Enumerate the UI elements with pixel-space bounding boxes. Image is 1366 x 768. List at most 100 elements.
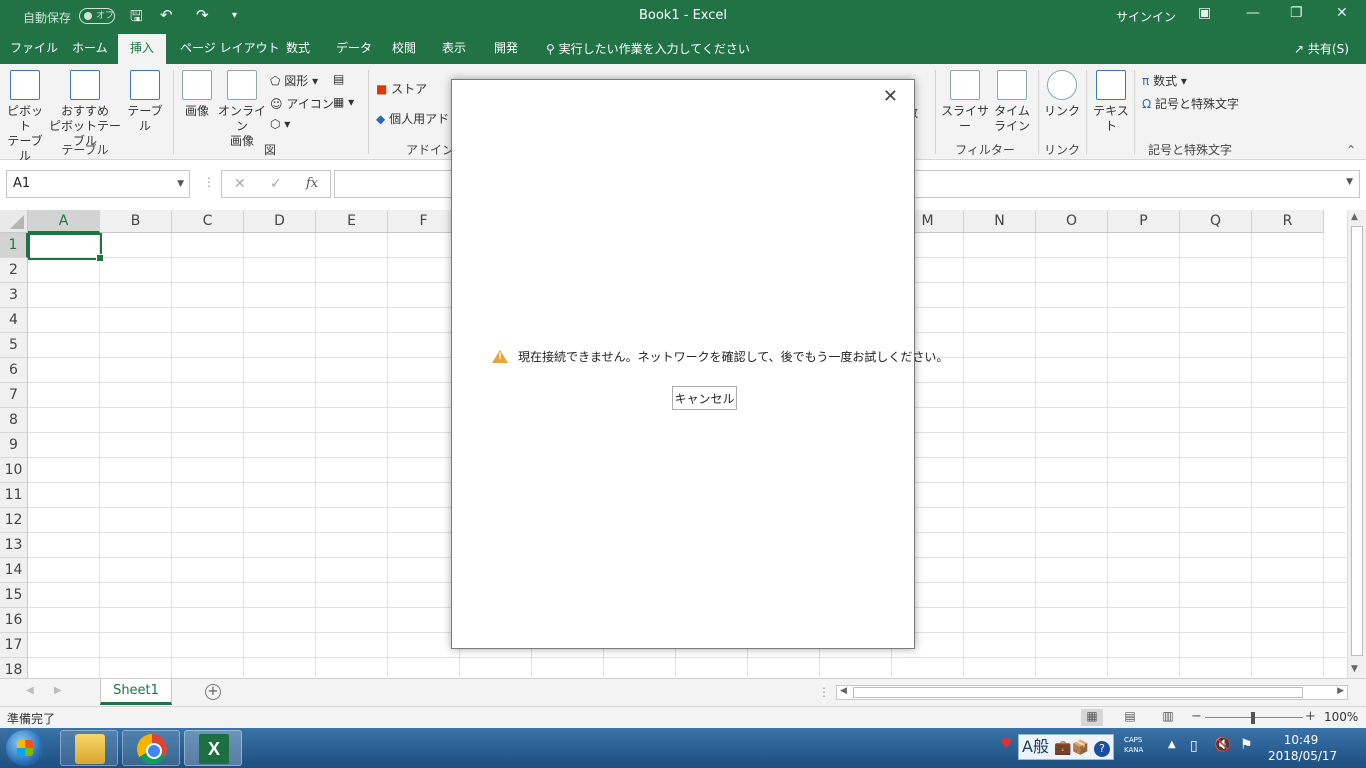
column-header[interactable]: C [172, 210, 244, 233]
ribbon-display-icon[interactable]: ▣ [1198, 5, 1211, 21]
minimize-icon[interactable]: — [1246, 5, 1260, 21]
equation-button[interactable]: π 数式 ▾ [1142, 72, 1187, 89]
taskbar-chrome[interactable] [122, 730, 180, 766]
row-header[interactable]: 5 [0, 333, 28, 358]
row-header[interactable]: 9 [0, 433, 28, 458]
horizontal-scrollbar[interactable]: ◀ ▶ [836, 685, 1348, 700]
column-header[interactable]: O [1036, 210, 1108, 233]
confirm-entry-icon[interactable]: ✓ [270, 176, 282, 192]
close-window-icon[interactable]: ✕ [1336, 5, 1348, 21]
add-sheet-icon[interactable]: + [205, 684, 221, 700]
symbol-button[interactable]: Ω 記号と特殊文字 [1142, 95, 1239, 112]
show-hidden-icons[interactable]: ▲ [1168, 739, 1176, 750]
timeline-button[interactable]: タイム ライン [992, 70, 1032, 134]
row-header[interactable]: 10 [0, 458, 28, 483]
collapse-ribbon-icon[interactable]: ⌃ [1346, 143, 1356, 157]
restore-icon[interactable]: ❐ [1290, 5, 1303, 21]
store-button[interactable]: ■ ストア [376, 80, 427, 97]
normal-view-icon[interactable]: ▦ [1081, 709, 1103, 726]
prev-sheet-icon[interactable]: ◀ [26, 685, 34, 696]
column-header[interactable]: P [1108, 210, 1180, 233]
column-header[interactable]: A [28, 210, 100, 233]
cancel-button[interactable]: キャンセル [672, 386, 737, 410]
scroll-right-icon[interactable]: ▶ [1337, 686, 1344, 696]
row-header[interactable]: 18 [0, 658, 28, 678]
help-icon[interactable]: ? [1094, 741, 1111, 757]
horizontal-scroll-thumb[interactable] [853, 687, 1303, 698]
ime-pad-icon[interactable]: 📦 [1072, 740, 1089, 756]
row-header[interactable]: 12 [0, 508, 28, 533]
action-center-flag-icon[interactable]: ⚑ [1240, 737, 1253, 753]
row-header[interactable]: 3 [0, 283, 28, 308]
screenshot-button[interactable]: ▦ ▾ [333, 95, 354, 109]
column-header[interactable]: D [244, 210, 316, 233]
tab-insert[interactable]: 挿入 [118, 34, 166, 64]
column-header[interactable]: R [1252, 210, 1324, 233]
next-sheet-icon[interactable]: ▶ [54, 685, 62, 696]
row-header[interactable]: 14 [0, 558, 28, 583]
tab-page-layout[interactable]: ページ レイアウト [174, 34, 286, 64]
row-header[interactable]: 15 [0, 583, 28, 608]
system-clock[interactable]: 10:49 2018/05/17 [1268, 732, 1337, 764]
insert-function-icon[interactable]: fx [306, 176, 318, 191]
expand-formula-icon[interactable]: ▼ [1346, 177, 1353, 187]
device-icon[interactable]: ▯ [1190, 738, 1198, 754]
row-header[interactable]: 11 [0, 483, 28, 508]
zoom-level[interactable]: 100% [1324, 710, 1358, 724]
row-header[interactable]: 1 [0, 233, 28, 258]
signin-link[interactable]: サインイン [1116, 8, 1176, 25]
smartart-button[interactable]: ▤ [333, 72, 344, 86]
vertical-scrollbar[interactable]: ▲ ▼ [1347, 210, 1366, 678]
tab-home[interactable]: ホーム [66, 34, 114, 64]
row-header[interactable]: 13 [0, 533, 28, 558]
start-button[interactable] [6, 730, 44, 766]
ime-tool-icon[interactable]: 💼 [1054, 740, 1071, 756]
page-layout-view-icon[interactable]: ▤ [1119, 709, 1141, 726]
my-addins-button[interactable]: ◆ 個人用アド [376, 110, 449, 127]
sheet-tab[interactable]: Sheet1 [100, 679, 172, 705]
tab-view[interactable]: 表示 [436, 34, 472, 64]
link-button[interactable]: リンク [1042, 70, 1082, 119]
row-header[interactable]: 8 [0, 408, 28, 433]
picture-button[interactable]: 画像 [178, 70, 216, 119]
column-header[interactable]: F [388, 210, 460, 233]
ime-mode[interactable]: A [1022, 737, 1033, 756]
row-header[interactable]: 4 [0, 308, 28, 333]
tell-me-box[interactable]: ⚲ 実行したい作業を入力してください [546, 40, 750, 57]
zoom-in-icon[interactable]: + [1305, 709, 1316, 724]
ime-label[interactable]: 般 [1033, 737, 1049, 756]
row-header[interactable]: 16 [0, 608, 28, 633]
column-header[interactable]: B [100, 210, 172, 233]
name-box[interactable]: A1 ▼ [6, 170, 190, 198]
online-picture-button[interactable]: オンライン 画像 [216, 70, 268, 149]
taskbar-excel[interactable]: X [184, 730, 242, 766]
taskbar-explorer[interactable] [60, 730, 118, 766]
notification-icon[interactable]: ♥ [1000, 736, 1013, 752]
zoom-slider-thumb[interactable] [1251, 712, 1255, 724]
row-header[interactable]: 2 [0, 258, 28, 283]
row-header[interactable]: 6 [0, 358, 28, 383]
scroll-left-icon[interactable]: ◀ [840, 686, 847, 696]
table-button[interactable]: テーブル [122, 70, 168, 134]
select-all-button[interactable] [0, 210, 28, 233]
column-header[interactable]: N [964, 210, 1036, 233]
resize-handle[interactable]: ⋮ [203, 175, 215, 189]
row-header[interactable]: 17 [0, 633, 28, 658]
row-header[interactable]: 7 [0, 383, 28, 408]
tab-review[interactable]: 校閲 [386, 34, 422, 64]
cancel-entry-icon[interactable]: ✕ [234, 176, 246, 192]
chevron-down-icon[interactable]: ▼ [177, 171, 184, 197]
volume-muted-icon[interactable]: 🔇 [1214, 737, 1231, 753]
active-cell[interactable] [28, 233, 104, 262]
tab-split-handle[interactable]: ⋮ [818, 685, 830, 699]
close-icon[interactable]: ✕ [883, 86, 898, 107]
tab-formulas[interactable]: 数式 [280, 34, 316, 64]
3d-models-button[interactable]: ⬡ ▾ [270, 117, 290, 131]
scroll-down-icon[interactable]: ▼ [1351, 664, 1358, 674]
tab-file[interactable]: ファイル [4, 34, 64, 64]
text-button[interactable]: テキスト [1090, 70, 1132, 134]
tab-developer[interactable]: 開発 [488, 34, 524, 64]
ime-bar[interactable]: A般 💼📦 ? [1018, 734, 1115, 760]
scroll-up-icon[interactable]: ▲ [1351, 212, 1358, 222]
icons-button[interactable]: ☺ アイコン [270, 95, 334, 112]
